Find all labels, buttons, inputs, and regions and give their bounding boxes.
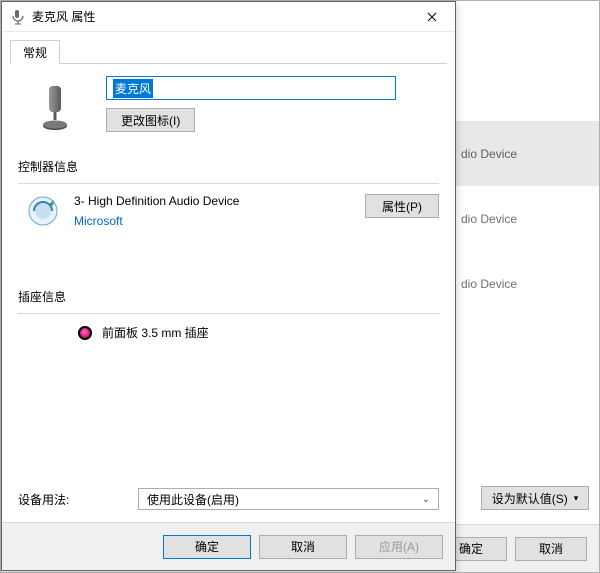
cancel-button[interactable]: 取消: [259, 535, 347, 559]
device-usage-label: 设备用法:: [18, 491, 138, 508]
jack-info-group: 插座信息 前面板 3.5 mm 插座: [18, 288, 439, 341]
close-button[interactable]: [409, 2, 455, 32]
divider: [18, 183, 439, 184]
chevron-down-icon: ⌄: [422, 494, 430, 505]
jack-label: 前面板 3.5 mm 插座: [102, 324, 209, 341]
ok-button[interactable]: 确定: [163, 535, 251, 559]
controller-name: 3- High Definition Audio Device: [74, 194, 351, 208]
microphone-icon: [10, 9, 26, 25]
controller-info-heading: 控制器信息: [18, 158, 439, 175]
controller-info-group: 控制器信息 3- High Definition Audio Device Mi…: [18, 158, 439, 228]
divider: [18, 313, 439, 314]
controller-icon: [26, 194, 60, 228]
microphone-properties-dialog: 麦克风 属性 常规 麦克风 更改图标: [1, 1, 456, 571]
dialog-footer: 确定 取消 应用(A): [2, 522, 455, 570]
change-icon-button[interactable]: 更改图标(I): [106, 108, 195, 132]
jack-color-icon: [78, 326, 92, 340]
jack-info-heading: 插座信息: [18, 288, 439, 305]
dialog-title: 麦克风 属性: [32, 8, 95, 25]
apply-button[interactable]: 应用(A): [355, 535, 443, 559]
device-name-value: 麦克风: [113, 79, 153, 98]
bg-cancel-button[interactable]: 取消: [515, 537, 587, 561]
tab-general[interactable]: 常规: [10, 40, 60, 64]
set-default-button[interactable]: 设为默认值(S)▾: [481, 486, 589, 510]
controller-manufacturer-link[interactable]: Microsoft: [74, 214, 351, 228]
chevron-down-icon: ▾: [574, 493, 579, 504]
controller-properties-button[interactable]: 属性(P): [365, 194, 439, 218]
device-name-input[interactable]: 麦克风: [106, 76, 396, 100]
bg-device-item[interactable]: dio Device: [461, 251, 587, 316]
tab-body-general: 麦克风 更改图标(I) 控制器信息 3- High Definiti: [2, 64, 455, 522]
titlebar[interactable]: 麦克风 属性: [2, 2, 455, 32]
tab-strip: 常规: [10, 36, 447, 64]
device-usage-value: 使用此设备(启用): [147, 491, 239, 508]
device-large-icon: [28, 80, 82, 140]
close-icon: [427, 12, 437, 22]
bg-device-item[interactable]: dio Device: [461, 186, 587, 251]
device-usage-select[interactable]: 使用此设备(启用) ⌄: [138, 488, 439, 510]
